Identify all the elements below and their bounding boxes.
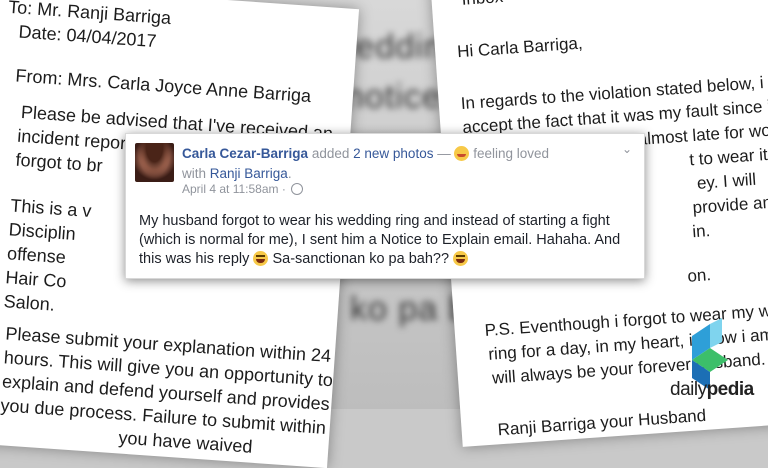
dash: — [437, 146, 451, 161]
post-body: My husband forgot to wear his wedding ri… [139, 212, 635, 269]
post-timestamp[interactable]: April 4 at 11:58am [182, 182, 279, 196]
post-meta: April 4 at 11:58am · [182, 182, 304, 196]
letter-line: t to wear it [688, 144, 768, 170]
letter-line: provide and [692, 192, 768, 218]
letter-line: in. [691, 221, 711, 242]
laughing-emoji-icon [453, 251, 469, 266]
letter-line: Hair Co [4, 267, 68, 292]
post-header: Carla Cezar-Barriga added 2 new photos —… [182, 144, 622, 184]
letter-line: Hi Carla Barriga, [456, 33, 584, 62]
globe-icon [291, 183, 304, 195]
avatar[interactable] [135, 143, 174, 182]
chevron-down-icon[interactable]: ⌄ [622, 142, 632, 156]
photos-link[interactable]: 2 new photos [353, 146, 433, 161]
meta-dot: · [281, 182, 286, 196]
letter-line: Salon. [3, 291, 56, 315]
feeling-loved-icon [454, 146, 470, 161]
logo-prefix: daily [670, 379, 707, 400]
letter-line: offense [6, 243, 67, 268]
letter-line: Disciplin [8, 219, 77, 244]
letter-line: From: Mrs. Carla Joyce Anne Barriga [14, 65, 312, 107]
letter-line: on. [686, 265, 712, 286]
letter-line: ey. I will [696, 169, 757, 193]
laughing-emoji-icon [253, 251, 269, 266]
dailypedia-logo-text: dailypedia [670, 379, 754, 401]
letter-line: Ranji Barriga your Husband [497, 405, 707, 440]
action-text: added [311, 146, 350, 161]
feeling-text: feeling loved [473, 146, 550, 161]
with-text: with [182, 166, 207, 181]
logo-suffix: pedia [706, 379, 755, 400]
tagged-person-link[interactable]: Ranji Barriga [210, 166, 288, 181]
letter-line: This is a v [9, 195, 93, 221]
period: . [287, 166, 292, 181]
inbox-link[interactable]: Inbox [461, 0, 504, 10]
facebook-post: Carla Cezar-Barriga added 2 new photos —… [125, 133, 645, 279]
post-text-reply: Sa-sanctionan ko pa bah?? [272, 251, 450, 267]
author-name[interactable]: Carla Cezar-Barriga [182, 146, 308, 161]
letter-line: forgot to br [15, 149, 104, 176]
